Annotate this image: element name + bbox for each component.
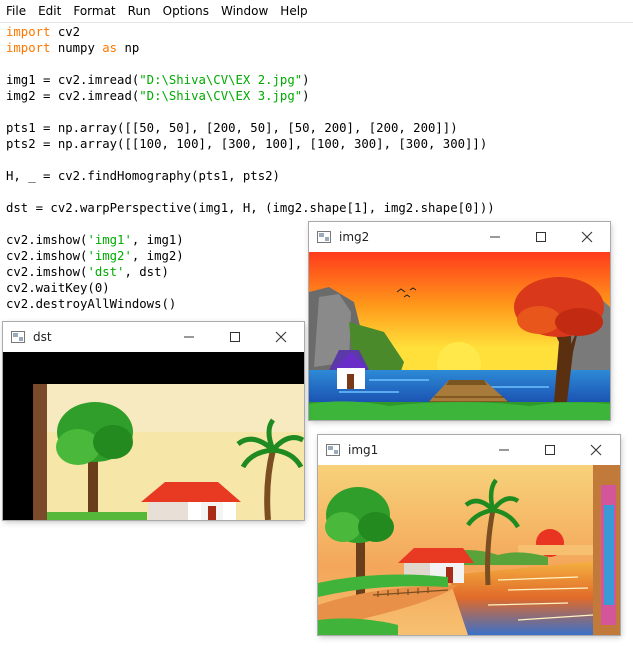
- menu-help[interactable]: Help: [274, 0, 313, 22]
- code-line: H, _ = cv2.findHomography(pts1, pts2): [6, 169, 280, 183]
- code-string: 'img1': [87, 233, 132, 247]
- menu-file[interactable]: File: [0, 0, 32, 22]
- code-text: cv2.imshow(: [6, 265, 88, 279]
- app-icon: [326, 444, 340, 456]
- code-text: , img2): [131, 249, 184, 263]
- code-line: img1 = cv2.imread("D:\Shiva\CV\EX 2.jpg"…: [6, 72, 310, 88]
- code-keyword: import: [6, 25, 51, 39]
- image-canvas: [318, 465, 620, 635]
- close-icon: [590, 444, 602, 456]
- sunset-lake-painting: [309, 252, 610, 420]
- code-text: cv2.imshow(: [6, 233, 88, 247]
- code-line: cv2.destroyAllWindows(): [6, 297, 177, 311]
- window-title: img1: [348, 443, 379, 457]
- image-canvas: [309, 252, 610, 420]
- window-img1[interactable]: img1: [318, 435, 620, 635]
- maximize-button[interactable]: [518, 222, 564, 252]
- image-canvas: [3, 352, 304, 520]
- titlebar[interactable]: img2: [309, 222, 610, 252]
- minimize-icon: [490, 236, 500, 238]
- code-line: cv2.imshow('img2', img2): [6, 248, 184, 264]
- minimize-button[interactable]: [481, 435, 527, 465]
- code-line: cv2.imshow('img1', img1): [6, 232, 184, 248]
- code-text: img1 = cv2.imread(: [6, 73, 140, 87]
- code-string: "D:\Shiva\CV\EX 2.jpg": [139, 73, 303, 87]
- code-line: pts1 = np.array([[50, 50], [200, 50], [5…: [6, 121, 458, 135]
- code-text: numpy: [50, 41, 103, 55]
- close-button[interactable]: [258, 322, 304, 352]
- menu-format[interactable]: Format: [67, 0, 121, 22]
- minimize-icon: [499, 449, 509, 451]
- app-icon: [317, 231, 331, 243]
- code-text: np: [117, 41, 140, 55]
- app-icon: [11, 331, 25, 343]
- window-title: dst: [33, 330, 52, 344]
- window-dst[interactable]: dst: [3, 322, 304, 520]
- menu-window[interactable]: Window: [215, 0, 274, 22]
- code-text: ): [302, 89, 310, 103]
- close-button[interactable]: [564, 222, 610, 252]
- code-text: , img1): [131, 233, 184, 247]
- code-text: cv2.imshow(: [6, 249, 88, 263]
- code-line: dst = cv2.warpPerspective(img1, H, (img2…: [6, 201, 495, 215]
- close-icon: [275, 331, 287, 343]
- maximize-icon: [536, 232, 546, 242]
- maximize-icon: [230, 332, 240, 342]
- code-text: img2 = cv2.imread(: [6, 89, 140, 103]
- maximize-icon: [545, 445, 555, 455]
- window-img2[interactable]: img2: [309, 222, 610, 420]
- menu-run[interactable]: Run: [122, 0, 157, 22]
- minimize-button[interactable]: [166, 322, 212, 352]
- titlebar[interactable]: dst: [3, 322, 304, 352]
- close-icon: [581, 231, 593, 243]
- code-line: cv2.waitKey(0): [6, 281, 110, 295]
- code-string: "D:\Shiva\CV\EX 3.jpg": [139, 89, 303, 103]
- close-button[interactable]: [573, 435, 619, 465]
- code-line: cv2.imshow('dst', dst): [6, 264, 169, 280]
- maximize-button[interactable]: [212, 322, 258, 352]
- menu-edit[interactable]: Edit: [32, 0, 67, 22]
- minimize-icon: [184, 336, 194, 338]
- code-line: pts2 = np.array([[100, 100], [300, 100],…: [6, 137, 488, 151]
- code-string: 'dst': [87, 265, 125, 279]
- titlebar[interactable]: img1: [318, 435, 620, 465]
- code-line: img2 = cv2.imread("D:\Shiva\CV\EX 3.jpg"…: [6, 88, 310, 104]
- menu-bar: File Edit Format Run Options Window Help: [0, 0, 633, 23]
- minimize-button[interactable]: [472, 222, 518, 252]
- village-painting: [318, 465, 620, 635]
- code-line: import numpy as np: [6, 40, 139, 56]
- code-text: cv2: [50, 25, 81, 39]
- code-keyword: import: [6, 41, 51, 55]
- code-string: 'img2': [87, 249, 132, 263]
- code-text: , dst): [124, 265, 169, 279]
- code-text: ): [302, 73, 310, 87]
- code-line: import cv2: [6, 24, 80, 40]
- warped-painting: [3, 352, 304, 520]
- menu-options[interactable]: Options: [157, 0, 215, 22]
- code-keyword: as: [102, 41, 118, 55]
- window-title: img2: [339, 230, 370, 244]
- maximize-button[interactable]: [527, 435, 573, 465]
